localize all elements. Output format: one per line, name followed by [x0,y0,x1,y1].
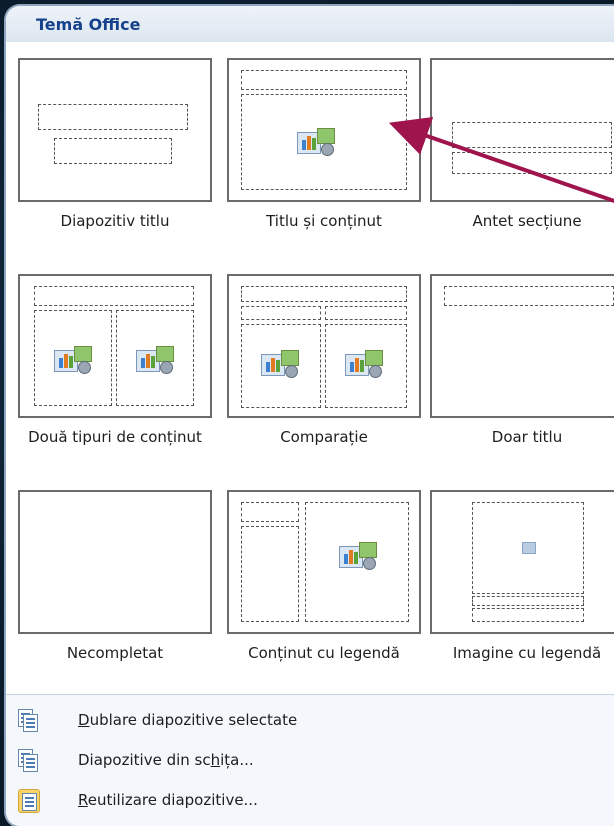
layout-label: Imagine cu legendă [452,644,602,662]
annotation-arrow [388,116,614,204]
content-placeholder-icon [339,542,377,570]
layout-label: Comparație [280,428,368,446]
picture-placeholder-icon [522,542,536,554]
layout-thumbnail [430,490,614,634]
layout-picture-with-caption[interactable]: Imagine cu legendă [430,490,614,676]
layout-thumbnail [227,490,421,634]
menu-reuse-slides[interactable]: Reutilizare diapozitive... [6,781,614,821]
layout-gallery: Diapozitiv titlu Titlu și conținut Antet… [6,42,614,694]
layout-thumbnail [18,490,212,634]
layout-label: Necompletat [66,644,164,662]
reuse-slides-icon [18,789,40,813]
gallery-header: Temă Office [6,6,614,43]
layout-label: Conținut cu legendă [248,644,400,662]
content-placeholder-icon [136,346,174,374]
menu-duplicate-slides[interactable]: Dublare diapozitive selectate [6,701,614,741]
menu-item-label: Dublare diapozitive selectate [78,711,298,729]
slides-from-outline-icon [18,749,38,772]
gallery-footer-menu: Dublare diapozitive selectate Diapozitiv… [6,694,614,826]
content-placeholder-icon [261,350,299,378]
layout-content-with-caption[interactable]: Conținut cu legendă [227,490,421,676]
content-placeholder-icon [345,350,383,378]
new-slide-dropdown: Temă Office Diapozitiv titlu Titlu și co… [6,6,614,826]
duplicate-slides-icon [18,709,38,732]
layout-label: Doar titlu [491,428,563,446]
content-placeholder-icon [54,346,92,374]
menu-slides-from-outline[interactable]: Diapozitive din schița... [6,741,614,781]
menu-item-label: Reutilizare diapozitive... [78,791,258,809]
theme-title: Temă Office [36,15,141,34]
menu-item-label: Diapozitive din schița... [78,751,254,769]
layout-label: Două tipuri de conținut [28,428,202,446]
layout-blank[interactable]: Necompletat [18,490,212,676]
